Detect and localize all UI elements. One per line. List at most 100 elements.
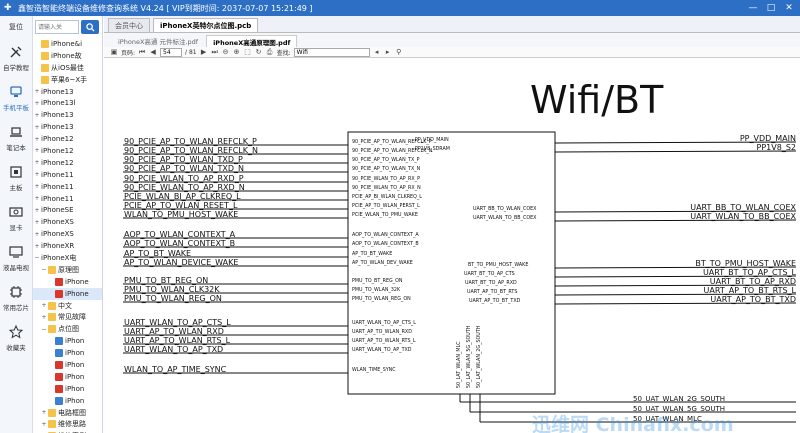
- img-icon: [55, 396, 63, 405]
- find-input[interactable]: [293, 47, 370, 57]
- rail-item-chip[interactable]: 常用芯片: [0, 278, 32, 318]
- tree-item[interactable]: + iPhoneXS: [33, 228, 102, 240]
- tree-item[interactable]: − 原理图: [33, 264, 102, 276]
- window-title: 鑫智造智能终端设备维修查询系统 V4.24 [ VIP到期时间: 2037-07…: [18, 3, 313, 13]
- search-button[interactable]: [81, 20, 99, 34]
- expand-toggle-icon[interactable]: +: [33, 112, 41, 119]
- tree-item[interactable]: + iPhone13: [33, 109, 102, 121]
- tree-item[interactable]: iPhon: [33, 359, 102, 371]
- tree-item[interactable]: + iPhone12: [33, 145, 102, 157]
- expand-toggle-icon[interactable]: −: [40, 326, 48, 333]
- tree-item[interactable]: − iPhoneX电: [33, 252, 102, 264]
- expand-toggle-icon[interactable]: +: [40, 302, 48, 309]
- last-page-icon[interactable]: ⏭: [211, 48, 219, 56]
- expand-toggle-icon[interactable]: −: [40, 266, 48, 273]
- tree-item[interactable]: + iPhone13l: [33, 97, 102, 109]
- doc-tab[interactable]: iPhoneX高通原理图.pdf: [206, 35, 298, 47]
- tree-item[interactable]: + iPhone11: [33, 181, 102, 193]
- tree-item[interactable]: 从iOS最佳: [33, 62, 102, 74]
- tree-item[interactable]: + iPhone12: [33, 133, 102, 145]
- top-tab[interactable]: 会员中心: [108, 18, 150, 32]
- tree-item[interactable]: iPhon: [33, 347, 102, 359]
- maximize-icon[interactable]: □: [762, 0, 780, 16]
- tree-item[interactable]: + iPhone13: [33, 86, 102, 98]
- rail-item-laptop[interactable]: 笔记本: [0, 118, 32, 158]
- fit-page-icon[interactable]: ⬚: [244, 48, 252, 56]
- expand-toggle-icon[interactable]: +: [33, 124, 41, 131]
- tree-item[interactable]: + 维修思路: [33, 419, 102, 431]
- expand-toggle-icon[interactable]: +: [33, 231, 41, 238]
- tree-item[interactable]: + iPhone12: [33, 157, 102, 169]
- expand-toggle-icon[interactable]: +: [40, 409, 48, 416]
- tree-item[interactable]: + 中文: [33, 300, 102, 312]
- expand-toggle-icon[interactable]: +: [33, 88, 41, 95]
- top-tab[interactable]: iPhoneX英特尔点位图.pcb: [153, 18, 259, 32]
- reset-button[interactable]: 复位: [0, 16, 32, 38]
- tree-item[interactable]: + 常见故障: [33, 311, 102, 323]
- tree-item[interactable]: iPhone: [33, 276, 102, 288]
- zoom-out-icon[interactable]: ⊖: [222, 48, 230, 56]
- tree-item[interactable]: iPhon: [33, 395, 102, 407]
- next-page-icon[interactable]: ▶: [200, 48, 208, 56]
- zoom-in-icon[interactable]: ⊕: [233, 48, 241, 56]
- binoculars-icon[interactable]: ⚲: [395, 48, 403, 56]
- top-tab-bar: 会员中心 iPhoneX英特尔点位图.pcb: [104, 16, 800, 33]
- expand-toggle-icon[interactable]: +: [40, 421, 48, 428]
- pin-label-left: 90_PCIE_AP_TO_WLAN_TX_N: [352, 167, 421, 172]
- rail-item-tools[interactable]: 自学教程: [0, 38, 32, 78]
- expand-toggle-icon[interactable]: +: [40, 314, 48, 321]
- folder-icon: [41, 51, 49, 60]
- print-icon[interactable]: ⎙: [266, 48, 274, 56]
- net-label-left: PMU_TO_WLAN_CLK32K: [124, 285, 220, 294]
- expand-toggle-icon[interactable]: +: [33, 159, 41, 166]
- tree-item[interactable]: iPhon: [33, 383, 102, 395]
- rail-item-tv[interactable]: 液晶电视: [0, 238, 32, 278]
- doc-tab[interactable]: iPhoneX高通 元件标注.pdf: [112, 35, 204, 47]
- tree-item-label: iPhon: [65, 384, 85, 393]
- pin-label-left: WLAN_TIME_SYNC: [352, 368, 396, 373]
- rail-item-star[interactable]: 收藏夹: [0, 318, 32, 358]
- minimize-icon[interactable]: —: [744, 0, 762, 16]
- rail-item-label: 笔记本: [6, 144, 26, 152]
- save-icon[interactable]: ▣: [110, 48, 118, 56]
- expand-toggle-icon[interactable]: +: [33, 243, 41, 250]
- expand-toggle-icon[interactable]: −: [33, 254, 41, 261]
- expand-toggle-icon[interactable]: +: [33, 171, 41, 178]
- tree-item[interactable]: iPhon: [33, 335, 102, 347]
- expand-toggle-icon[interactable]: +: [33, 207, 41, 214]
- net-label-left: AOP_TO_WLAN_CONTEXT_A: [124, 230, 236, 239]
- main-area: 会员中心 iPhoneX英特尔点位图.pcb iPhoneX高通 元件标注.pdf…: [104, 16, 800, 433]
- tree-item[interactable]: iPhon: [33, 371, 102, 383]
- expand-toggle-icon[interactable]: +: [33, 219, 41, 226]
- first-page-icon[interactable]: ⏮: [138, 48, 146, 56]
- tree-item[interactable]: + iPhone11: [33, 193, 102, 205]
- rail-item-gpu[interactable]: 显卡: [0, 198, 32, 238]
- page-input[interactable]: [160, 47, 183, 57]
- rotate-icon[interactable]: ↻: [255, 48, 263, 56]
- tree-item[interactable]: 苹果6~X手: [33, 74, 102, 86]
- expand-toggle-icon[interactable]: +: [33, 136, 41, 143]
- tree-item[interactable]: + iPhoneXR: [33, 240, 102, 252]
- rail-item-phone[interactable]: 手机平板: [0, 78, 32, 118]
- tree-search-input[interactable]: [35, 20, 79, 34]
- tree-item[interactable]: iPhone故: [33, 50, 102, 62]
- tree-item[interactable]: iPhone: [33, 287, 102, 300]
- folder-icon: [41, 63, 49, 72]
- expand-toggle-icon[interactable]: +: [33, 100, 41, 107]
- tree-item[interactable]: + iPhoneXS: [33, 216, 102, 228]
- tree-item[interactable]: + iPhone13: [33, 121, 102, 133]
- close-icon[interactable]: ✕: [780, 0, 798, 16]
- tree-item-label: iPhone11: [41, 182, 74, 191]
- tree-item[interactable]: + iPhone11: [33, 169, 102, 181]
- expand-toggle-icon[interactable]: +: [33, 183, 41, 190]
- rail-item-board[interactable]: 主板: [0, 158, 32, 198]
- find-next-icon[interactable]: ▸: [384, 48, 392, 56]
- prev-page-icon[interactable]: ◀: [149, 48, 157, 56]
- expand-toggle-icon[interactable]: +: [33, 147, 41, 154]
- tree-item[interactable]: + iPhoneSE: [33, 204, 102, 216]
- find-prev-icon[interactable]: ◂: [373, 48, 381, 56]
- tree-item[interactable]: + 电路框图: [33, 407, 102, 419]
- tree-item[interactable]: − 点位图: [33, 323, 102, 335]
- expand-toggle-icon[interactable]: +: [33, 195, 41, 202]
- tree-item[interactable]: iPhone&i: [33, 38, 102, 50]
